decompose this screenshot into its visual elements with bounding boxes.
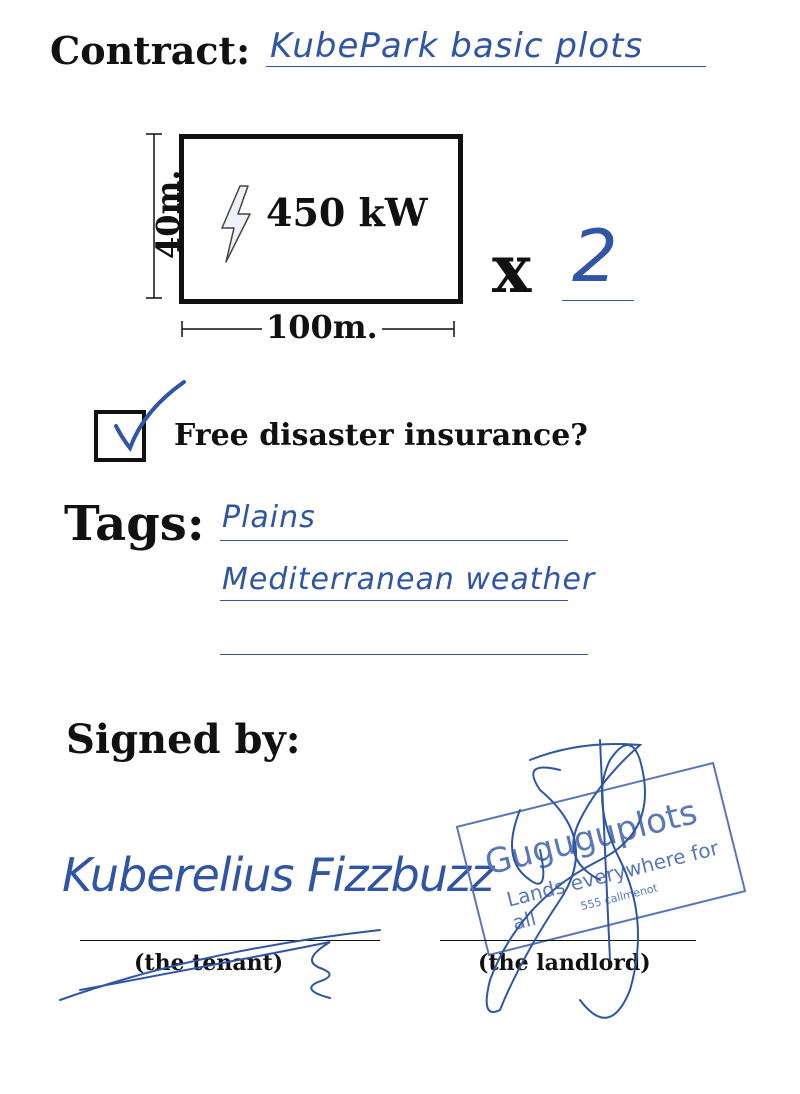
lightning-bolt-icon [221, 185, 251, 263]
tags-label: Tags: [64, 496, 205, 552]
quantity-underline [562, 300, 634, 301]
tag-underline-2 [220, 600, 568, 601]
tag-field-2[interactable]: Mediterranean weather [222, 562, 595, 597]
tenant-signature[interactable]: Kuberelius Fizzbuzz [62, 848, 494, 902]
plot-width-label: 100m. [262, 308, 382, 346]
landlord-signature-line [440, 940, 696, 941]
contract-name-field[interactable]: KubePark basic plots [270, 26, 643, 66]
contract-label: Contract: [50, 28, 251, 73]
multiply-symbol: x [492, 230, 532, 308]
tenant-signature-line [80, 940, 380, 941]
landlord-role-label: (the landlord) [478, 950, 651, 976]
tenant-role-label: (the tenant) [134, 950, 284, 976]
plot-quantity-field[interactable]: 2 [572, 214, 618, 298]
insurance-label: Free disaster insurance? [174, 418, 588, 453]
plot-power-value: 450 kW [266, 190, 428, 235]
tag-field-3[interactable] [220, 654, 588, 655]
tag-underline-1 [220, 540, 568, 541]
contract-underline [266, 66, 706, 67]
tag-field-1[interactable]: Plains [222, 500, 316, 535]
landlord-stamp: Guguguplots Lands everywhere for all 555… [455, 761, 747, 957]
signed-by-label: Signed by: [66, 716, 301, 763]
